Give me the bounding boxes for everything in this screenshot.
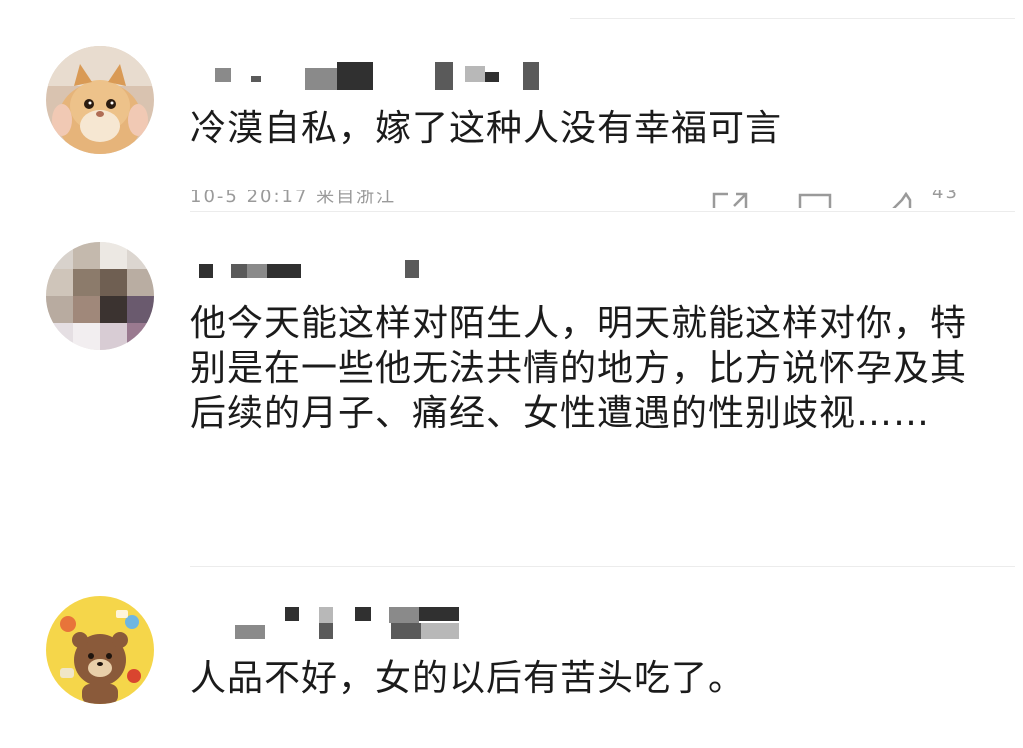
comment-text: 他今天能这样对陌生人，明天就能这样对你，特别是在一些他无法共情的地方，比方说怀孕…	[190, 303, 968, 434]
comment-meta: 10-5 20:17 来自浙江 43	[190, 190, 990, 208]
avatar[interactable]	[46, 46, 154, 154]
comment-item: 冷漠自私，嫁了这种人没有幸福可言 10-5 20:17 来自浙江 43	[0, 0, 1023, 210]
comment-text: 冷漠自私，嫁了这种人没有幸福可言	[190, 108, 783, 149]
like-count: 43	[932, 190, 959, 203]
username-mosaic[interactable]	[195, 62, 545, 90]
comment-text: 人品不好，女的以后有苦头吃了。	[190, 658, 746, 699]
comment-icon[interactable]	[796, 536, 836, 542]
share-icon[interactable]	[710, 536, 750, 542]
share-icon[interactable]	[710, 192, 750, 208]
username-mosaic[interactable]	[195, 603, 505, 639]
comment-icon[interactable]	[796, 192, 836, 208]
avatar[interactable]	[46, 596, 154, 704]
comment-item: 人品不好，女的以后有苦头吃了。	[0, 567, 1023, 748]
avatar[interactable]	[46, 242, 154, 350]
thumb-up-icon[interactable]	[898, 536, 918, 542]
comment-actions	[190, 536, 990, 542]
username-mosaic[interactable]	[195, 260, 455, 286]
comment-item: 他今天能这样对陌生人，明天就能这样对你，特别是在一些他无法共情的地方，比方说怀孕…	[0, 212, 1023, 568]
comment-time-location: 10-5 20:17 来自浙江	[190, 190, 397, 207]
bear-avatar-icon	[46, 596, 154, 704]
person-avatar-icon	[46, 242, 154, 350]
thumb-up-icon[interactable]	[888, 192, 920, 208]
cat-avatar-icon	[46, 46, 154, 154]
